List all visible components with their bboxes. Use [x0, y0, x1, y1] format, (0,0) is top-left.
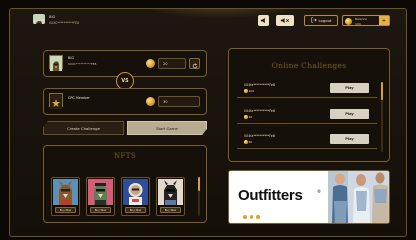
refresh-button[interactable] [189, 58, 200, 69]
challenge-row: 0X4fa**********FeB 100 Play [237, 82, 377, 98]
sound-off-button[interactable] [276, 15, 294, 26]
speaker-icon [260, 17, 267, 25]
start-game-button[interactable]: Start Game [127, 121, 207, 135]
ad-text-area: Outfitters ® [229, 171, 328, 223]
coin-icon [146, 97, 155, 106]
user-name: BIG [49, 15, 56, 19]
nft-image [123, 179, 148, 205]
nft-image [88, 179, 113, 205]
buy-now-button[interactable]: Buy Now [125, 207, 146, 213]
logout-icon [310, 17, 317, 24]
sound-on-button[interactable] [258, 15, 269, 26]
player-two-panel: CPC Member 30 [43, 88, 207, 115]
challenge-amount: 100 [244, 89, 254, 93]
balance-label: Balance [355, 17, 367, 21]
coin-icon [244, 115, 248, 119]
ad-brand: Outfitters [238, 187, 303, 204]
logout-button[interactable]: Logout [304, 15, 338, 26]
nft-card[interactable]: Buy Now [51, 177, 80, 216]
add-balance-button[interactable]: + [379, 16, 389, 25]
challenge-address: 0X4fa**********FeB [244, 109, 276, 113]
nft-card[interactable]: Buy Now [121, 177, 150, 216]
nfts-title: NFTS [113, 152, 137, 160]
buy-now-button[interactable]: Buy Now [55, 207, 76, 213]
player-one-bet[interactable]: 20 [158, 58, 186, 69]
nft-card[interactable]: Buy Now [156, 177, 185, 216]
challenges-title: Online Challenges [271, 61, 347, 70]
coin-icon [244, 89, 248, 93]
player-one-name: BIG [68, 56, 74, 60]
nfts-scrollbar[interactable] [198, 177, 200, 216]
challenge-amount: 60 [244, 140, 252, 144]
play-button[interactable]: Play [330, 109, 369, 119]
coin-icon [146, 59, 155, 68]
carousel-dots[interactable] [243, 215, 260, 219]
balance-box: Balance 190 + [342, 15, 390, 26]
player-two-bet[interactable]: 30 [158, 96, 200, 107]
buy-now-button[interactable]: Buy Now [90, 207, 111, 213]
challenge-amount: 30 [244, 115, 252, 119]
ad-photo [328, 171, 389, 223]
balance-value: 190 [355, 21, 361, 26]
carousel-dot[interactable] [256, 215, 260, 219]
player-one-avatar [49, 55, 63, 71]
ad-banner[interactable]: Outfitters ® [228, 170, 390, 224]
speaker-muted-icon [280, 17, 290, 25]
online-challenges-panel: Online Challenges 0X4fa**********FeB 100… [228, 48, 390, 162]
carousel-dot[interactable] [249, 215, 253, 219]
challenge-address: 0X4fa**********FeB [244, 134, 276, 138]
create-challenge-button[interactable]: Create Challenge [43, 121, 124, 135]
buy-now-button[interactable]: Buy Now [160, 207, 181, 213]
scrollbar-thumb[interactable] [198, 177, 200, 191]
player-two-name: CPC Member [68, 96, 90, 100]
challenges-scrollbar[interactable] [381, 82, 383, 152]
nfts-panel: NFTS Buy Now Buy Now Buy Now Buy Now [43, 145, 207, 223]
logout-label: Logout [318, 18, 332, 23]
user-id: 0XXC**********FE8 [49, 21, 80, 25]
nft-image [53, 179, 78, 205]
challenge-row: 0X4fa**********FeB 30 Play [237, 108, 377, 124]
play-button[interactable]: Play [330, 83, 369, 93]
plus-icon: + [381, 17, 387, 24]
player-one-id: 0XXC**********FE8 [68, 62, 97, 66]
nft-card[interactable]: Buy Now [86, 177, 115, 216]
coin-icon [345, 17, 352, 25]
coin-icon [244, 140, 248, 144]
carousel-dot[interactable] [243, 215, 247, 219]
nft-image [158, 179, 183, 205]
user-avatar[interactable] [33, 14, 45, 24]
refresh-icon [192, 54, 198, 73]
play-button[interactable]: Play [330, 134, 369, 144]
challenge-row: 0X4fa**********FeB 60 Play [237, 133, 377, 149]
ad-trademark: ® [317, 189, 321, 194]
player-two-avatar [49, 93, 63, 109]
challenge-address: 0X4fa**********FeB [244, 83, 276, 87]
scrollbar-thumb[interactable] [381, 82, 383, 100]
